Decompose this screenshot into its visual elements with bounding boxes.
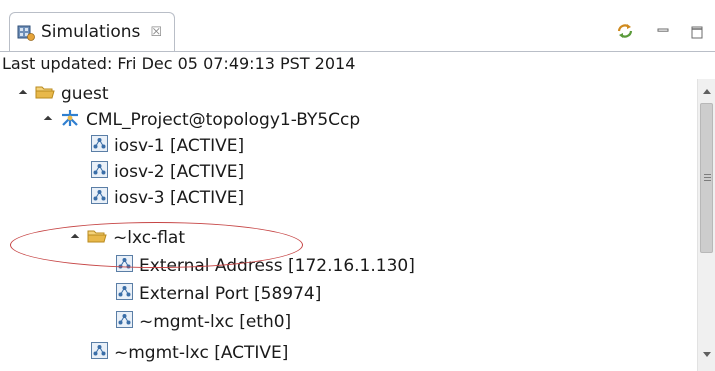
tree-item-label: iosv-3 [ACTIVE] <box>114 188 245 208</box>
topology-icon <box>60 109 80 132</box>
tree-item-node[interactable]: ~mgmt-lxc [eth0] <box>116 309 291 335</box>
tree-item-project[interactable]: CML_Project@topology1-BY5Ccp <box>43 107 361 133</box>
scroll-down-icon[interactable] <box>703 352 711 357</box>
tab-label: Simulations <box>41 22 141 42</box>
tree-item-lxc-flat[interactable]: ~lxc-flat <box>70 225 186 251</box>
tree-item-label: guest <box>61 84 109 104</box>
view-tab-bar: Simulations ☒ <box>0 0 715 51</box>
node-icon <box>116 255 133 277</box>
expand-toggle-icon[interactable] <box>70 233 80 243</box>
view-toolbar <box>615 22 703 44</box>
tree-item-label: External Address [172.16.1.130] <box>139 256 415 276</box>
tree-item-label: iosv-2 [ACTIVE] <box>114 162 245 182</box>
tree-item-node[interactable]: External Port [58974] <box>116 281 321 307</box>
minimize-icon[interactable] <box>657 24 669 43</box>
expand-toggle-icon[interactable] <box>18 89 28 99</box>
tree-item-label: External Port [58974] <box>139 284 322 304</box>
node-icon <box>116 283 133 305</box>
refresh-icon[interactable] <box>615 22 635 44</box>
tree-item-node[interactable]: iosv-2 [ACTIVE] <box>91 159 244 185</box>
tree-item-label: ~mgmt-lxc [eth0] <box>139 312 292 332</box>
grip-icon <box>704 174 711 181</box>
node-icon <box>116 311 133 333</box>
node-icon <box>91 161 108 183</box>
expand-toggle-icon[interactable] <box>43 115 53 125</box>
node-icon <box>91 187 108 209</box>
folder-icon <box>87 228 107 249</box>
folder-icon <box>35 84 55 105</box>
simulations-icon <box>17 23 35 41</box>
simulations-tab[interactable]: Simulations ☒ <box>9 12 175 51</box>
tree-item-label: ~mgmt-lxc [ACTIVE] <box>114 343 289 363</box>
node-icon <box>91 135 108 157</box>
tree-item-node[interactable]: iosv-3 [ACTIVE] <box>91 185 244 211</box>
tree-item-node[interactable]: External Address [172.16.1.130] <box>116 253 415 279</box>
vertical-scrollbar[interactable] <box>697 79 715 371</box>
scroll-up-icon[interactable] <box>703 89 711 94</box>
tree-item-label: ~lxc-flat <box>113 228 186 248</box>
simulations-view: Simulations ☒ Last updated: Fri Dec 05 0… <box>0 0 715 371</box>
tree-item-guest[interactable]: guest <box>18 81 109 107</box>
simulations-tree[interactable]: guest CML_Project@topology1-BY5Ccp iosv-… <box>0 79 697 371</box>
tab-close-icon[interactable]: ☒ <box>150 25 162 40</box>
tree-item-label: iosv-1 [ACTIVE] <box>114 136 245 156</box>
last-updated-status: Last updated: Fri Dec 05 07:49:13 PST 20… <box>0 51 715 78</box>
scrollbar-thumb[interactable] <box>700 103 713 253</box>
tree-item-label: CML_Project@topology1-BY5Ccp <box>86 110 361 130</box>
tree-item-node[interactable]: ~mgmt-lxc [ACTIVE] <box>91 340 288 366</box>
maximize-icon[interactable] <box>691 24 703 43</box>
node-icon <box>91 342 108 364</box>
tree-item-node[interactable]: iosv-1 [ACTIVE] <box>91 133 244 159</box>
